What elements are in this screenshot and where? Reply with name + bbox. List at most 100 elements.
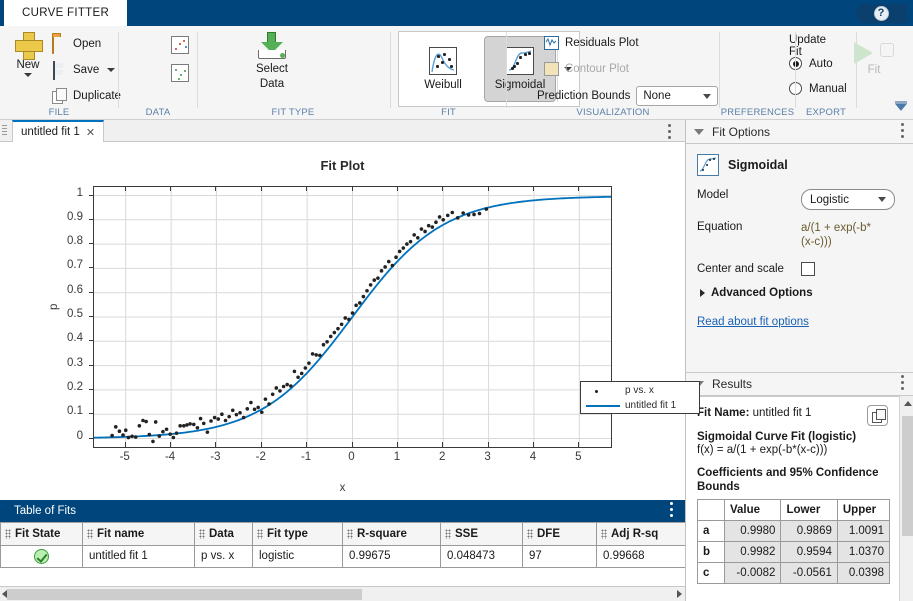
results-fit-name-label: Fit Name: <box>697 407 749 419</box>
document-tab-label: untitled fit 1 <box>21 126 80 138</box>
scrollbar-thumb[interactable] <box>7 589 362 600</box>
curve-fitter-window: CURVE FITTER ? New Open Save <box>0 0 913 601</box>
save-chevron-down-icon[interactable] <box>107 68 115 72</box>
close-icon[interactable]: ✕ <box>86 126 95 139</box>
group-label-file: FILE <box>0 107 118 118</box>
coef-column-upper: Upper <box>837 500 889 521</box>
column-header-data[interactable]: Data <box>195 523 253 545</box>
group-label-fit: FIT <box>391 107 506 118</box>
coef-upper-c: 0.0398 <box>837 563 889 584</box>
folder-icon <box>52 36 68 52</box>
advanced-options-label: Advanced Options <box>711 287 813 299</box>
ribbon-group-preferences: Colormap PREFERENCES <box>720 26 795 120</box>
coef-upper-b: 1.0370 <box>837 542 889 563</box>
y-tick-label: 0 <box>43 430 83 442</box>
collapse-triangle-icon[interactable] <box>694 129 704 135</box>
document-tab-untitled-fit-1[interactable]: untitled fit 1 ✕ <box>12 120 104 142</box>
fit-options-fit-type-label: Sigmoidal <box>728 158 788 172</box>
ribbon-tab-curve-fitter[interactable]: CURVE FITTER <box>4 0 127 26</box>
collapse-ribbon-icon[interactable] <box>894 100 908 115</box>
advanced-options-toggle[interactable]: Advanced Options <box>700 287 902 299</box>
fit-refresh-icon <box>880 43 894 57</box>
coef-column-value: Value <box>725 500 781 521</box>
fit-button-label: Fit <box>854 64 894 76</box>
read-about-fit-options-link[interactable]: Read about fit options <box>697 316 809 328</box>
column-grip-icon <box>347 529 353 539</box>
prediction-bounds-select[interactable]: None <box>636 86 718 106</box>
table-row[interactable]: untitled fit 1 p vs. x logistic 0.99675 … <box>1 545 686 567</box>
results-menu-icon[interactable] <box>901 375 904 390</box>
results-vertical-scrollbar[interactable] <box>899 396 913 601</box>
coef-upper-a: 1.0091 <box>837 521 889 542</box>
scrollbar-thumb[interactable] <box>902 416 913 536</box>
chart-legend[interactable]: p vs. x untitled fit 1 <box>580 381 700 414</box>
x-tick-label: -4 <box>150 451 190 463</box>
coef-column-lower: Lower <box>781 500 837 521</box>
ribbon-group-export: Export EXPORT <box>796 26 856 120</box>
y-tick-label: 0.4 <box>43 332 83 344</box>
column-header-adj-r-sq[interactable]: Adj R-sq <box>597 523 686 545</box>
column-header-sse[interactable]: SSE <box>441 523 523 545</box>
scroll-right-icon[interactable] <box>677 590 682 598</box>
legend-line-fit <box>586 405 620 407</box>
fits-table: Fit State Fit name Data Fit type R-squar… <box>0 523 686 568</box>
cell-sse: 0.048473 <box>441 545 523 567</box>
panel-grip-icon[interactable] <box>2 125 7 137</box>
open-button[interactable]: Open <box>52 34 101 54</box>
column-header-dfe[interactable]: DFE <box>523 523 597 545</box>
status-ok-icon <box>34 549 49 564</box>
fit-options-title: Fit Options <box>712 125 770 139</box>
results-body: Fit Name: untitled fit 1 Sigmoidal Curve… <box>686 396 913 601</box>
scatter-plot-green-icon[interactable] <box>171 64 189 82</box>
cell-fit-name: untitled fit 1 <box>83 545 195 567</box>
column-grip-icon <box>445 529 451 539</box>
residuals-plot-button[interactable]: Residuals Plot <box>544 36 639 50</box>
help-button[interactable]: ? <box>855 4 907 23</box>
fit-options-body: Sigmoidal Model Logistic Equation a/(1 +… <box>686 144 913 372</box>
new-button[interactable]: New <box>6 30 50 77</box>
chevron-down-icon[interactable] <box>24 73 32 77</box>
ribbon: New Open Save Duplicate FILE <box>0 26 913 120</box>
scroll-up-icon[interactable] <box>904 401 912 406</box>
model-select[interactable]: Logistic <box>801 189 895 210</box>
x-tick-label: 3 <box>468 451 508 463</box>
scatter-plot-red-icon[interactable] <box>171 36 189 54</box>
table-of-fits-menu-icon[interactable] <box>670 502 673 517</box>
prediction-bounds-row: Prediction Bounds None <box>537 86 718 106</box>
center-and-scale-checkbox[interactable] <box>801 262 815 276</box>
column-header-fit-type[interactable]: Fit type <box>253 523 343 545</box>
results-scroll-region: Fit Name: untitled fit 1 Sigmoidal Curve… <box>686 396 913 601</box>
equation-value: a/(1 + exp(-b*(x-c))) <box>801 221 881 249</box>
table-horizontal-scrollbar[interactable] <box>0 586 685 601</box>
results-coefficients-heading: Coefficients and 95% Confidence Bounds <box>697 466 903 494</box>
results-equation: f(x) = a/(1 + exp(-b*(x-c))) <box>697 444 903 456</box>
coef-name-a: a <box>698 521 725 542</box>
ribbon-group-visualization: Fit Plot Residuals Plot Contour Plot Pre… <box>507 26 719 120</box>
y-tick-label: 0.2 <box>43 381 83 393</box>
duplicate-button-label: Duplicate <box>73 90 121 102</box>
group-label-export: EXPORT <box>796 107 856 118</box>
title-bar: CURVE FITTER ? <box>0 0 913 26</box>
coefficients-row-a: a 0.9980 0.9869 1.0091 <box>698 521 890 542</box>
column-header-fit-name[interactable]: Fit name <box>83 523 195 545</box>
coefficients-row-b: b 0.9982 0.9594 1.0370 <box>698 542 890 563</box>
y-tick-label: 1 <box>43 187 83 199</box>
plus-icon <box>15 32 41 58</box>
chart-plot-area[interactable]: p vs. x untitled fit 1 <box>93 186 612 448</box>
fit-button[interactable]: Fit <box>854 36 894 76</box>
duplicate-button[interactable]: Duplicate <box>52 86 121 106</box>
column-header-r-square[interactable]: R-square <box>343 523 441 545</box>
cell-r-square: 0.99675 <box>343 545 441 567</box>
coef-lower-b: 0.9594 <box>781 542 837 563</box>
y-tick-label: 0.9 <box>43 211 83 223</box>
chevron-right-icon <box>700 289 705 297</box>
fit-plot-panel-menu-button[interactable] <box>668 124 671 142</box>
group-label-visualization: VISUALIZATION <box>507 107 719 118</box>
legend-label-data: p vs. x <box>625 385 654 396</box>
fit-options-menu-icon[interactable] <box>901 123 904 138</box>
copy-icon[interactable] <box>867 405 888 426</box>
contour-plot-icon <box>544 62 559 76</box>
coef-corner-cell <box>698 500 725 521</box>
save-button[interactable]: Save <box>52 60 115 80</box>
column-header-fit-state[interactable]: Fit State <box>1 523 83 545</box>
